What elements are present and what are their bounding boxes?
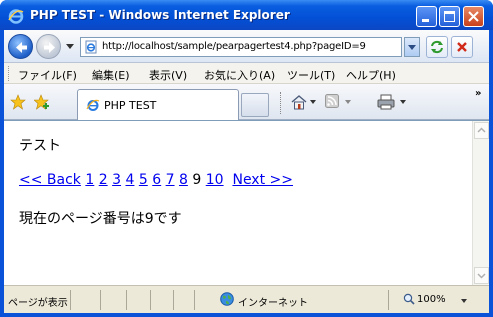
- browser-window: PHP TEST - Windows Internet Explorer htt…: [0, 0, 493, 317]
- window-title: PHP TEST - Windows Internet Explorer: [30, 8, 290, 22]
- menu-grip[interactable]: [8, 66, 10, 81]
- status-bar: ページが表示 インターネット 100%: [4, 285, 489, 313]
- page-icon: [85, 40, 97, 54]
- pager-next-link[interactable]: Next >>: [232, 172, 293, 188]
- status-divider: [150, 290, 151, 310]
- status-divider: [70, 290, 71, 310]
- status-zone: インターネット: [238, 298, 308, 309]
- status-text: ページが表示: [8, 298, 68, 309]
- home-icon[interactable]: [291, 94, 307, 110]
- menu-file[interactable]: ファイル(F): [18, 67, 77, 83]
- chevron-down-icon: [477, 273, 486, 279]
- status-divider: [173, 290, 174, 310]
- browser-client: http://localhost/sample/pearpagertest4.p…: [4, 30, 489, 313]
- title-bar[interactable]: PHP TEST - Windows Internet Explorer: [0, 0, 493, 30]
- forward-button[interactable]: [36, 34, 61, 59]
- close-button[interactable]: [463, 6, 484, 27]
- history-dropdown-icon[interactable]: [65, 40, 75, 52]
- back-button[interactable]: [8, 34, 33, 59]
- page-message: 現在のページ番号は9です: [19, 211, 182, 227]
- pager-links: << Back 1 2 3 4 5 6 7 8 9 10 Next >>: [19, 172, 293, 188]
- address-bar[interactable]: http://localhost/sample/pearpagertest4.p…: [80, 37, 402, 57]
- pager-page-5[interactable]: 5: [139, 172, 148, 188]
- arrow-left-icon: [16, 42, 27, 53]
- stop-icon: [457, 42, 467, 52]
- address-dropdown-button[interactable]: [404, 37, 420, 57]
- pager-page-6[interactable]: 6: [152, 172, 161, 188]
- menu-view[interactable]: 表示(V): [149, 67, 187, 83]
- vertical-scrollbar[interactable]: [472, 121, 489, 285]
- status-divider: [388, 290, 389, 310]
- pager-page-7[interactable]: 7: [166, 172, 175, 188]
- status-divider: [194, 290, 195, 310]
- stop-button[interactable]: [451, 36, 473, 58]
- tab-label: PHP TEST: [104, 99, 157, 112]
- pager-page-2[interactable]: 2: [99, 172, 108, 188]
- maximize-button[interactable]: [439, 6, 460, 27]
- feeds-dropdown-icon[interactable]: [345, 100, 351, 104]
- feeds-icon[interactable]: [325, 94, 339, 108]
- pager-current-page: 9: [192, 172, 202, 188]
- pager-page-3[interactable]: 3: [112, 172, 121, 188]
- pager-page-8[interactable]: 8: [179, 172, 188, 188]
- page-heading-text: テスト: [19, 138, 61, 154]
- menu-help[interactable]: ヘルプ(H): [346, 67, 396, 83]
- add-favorite-icon[interactable]: [34, 94, 50, 110]
- close-icon: [468, 11, 479, 22]
- print-dropdown-icon[interactable]: [400, 100, 406, 104]
- zoom-level[interactable]: 100%: [417, 294, 446, 305]
- pager-back-link[interactable]: << Back: [19, 172, 81, 188]
- arrow-right-icon: [44, 42, 55, 53]
- zoom-dropdown-icon[interactable]: [461, 299, 467, 303]
- toolbar-separator: [280, 92, 282, 114]
- menu-edit[interactable]: 編集(E): [92, 67, 130, 83]
- refresh-icon: [431, 40, 443, 54]
- chevron-down-icon: [408, 45, 416, 50]
- tab-toolbar: PHP TEST »: [4, 84, 489, 120]
- tab-php-test[interactable]: PHP TEST: [77, 89, 239, 120]
- menu-favorites[interactable]: お気に入り(A): [204, 67, 275, 83]
- scroll-up-button[interactable]: [474, 122, 489, 139]
- chevron-up-icon: [477, 127, 486, 133]
- pager-page-4[interactable]: 4: [125, 172, 134, 188]
- status-divider: [100, 290, 101, 310]
- page-viewport: テスト << Back 1 2 3 4 5 6 7 8 9 10 Next >>…: [4, 120, 489, 285]
- menu-tools[interactable]: ツール(T): [287, 67, 335, 83]
- print-icon[interactable]: [377, 94, 395, 110]
- internet-zone-globe-icon: [220, 292, 234, 306]
- ie-logo-icon: [8, 9, 24, 24]
- menu-bar: ファイル(F) 編集(E) 表示(V) お気に入り(A) ツール(T) ヘルプ(…: [4, 63, 489, 84]
- pager-page-10[interactable]: 10: [206, 172, 224, 188]
- favorites-star-icon[interactable]: [10, 94, 26, 110]
- address-toolbar: http://localhost/sample/pearpagertest4.p…: [4, 30, 489, 63]
- toolbar-overflow-chevron[interactable]: »: [475, 88, 481, 99]
- maximize-icon: [444, 11, 455, 22]
- zoom-icon[interactable]: [403, 293, 415, 305]
- address-url: http://localhost/sample/pearpagertest4.p…: [102, 41, 366, 52]
- pager-page-1[interactable]: 1: [85, 172, 94, 188]
- home-dropdown-icon[interactable]: [310, 100, 316, 104]
- new-tab-button[interactable]: [241, 93, 269, 117]
- minimize-button[interactable]: [416, 6, 437, 27]
- ie-page-icon: [86, 99, 100, 111]
- status-divider: [126, 290, 127, 310]
- scroll-down-button[interactable]: [474, 267, 489, 284]
- minimize-icon: [422, 19, 429, 22]
- refresh-button[interactable]: [426, 36, 448, 58]
